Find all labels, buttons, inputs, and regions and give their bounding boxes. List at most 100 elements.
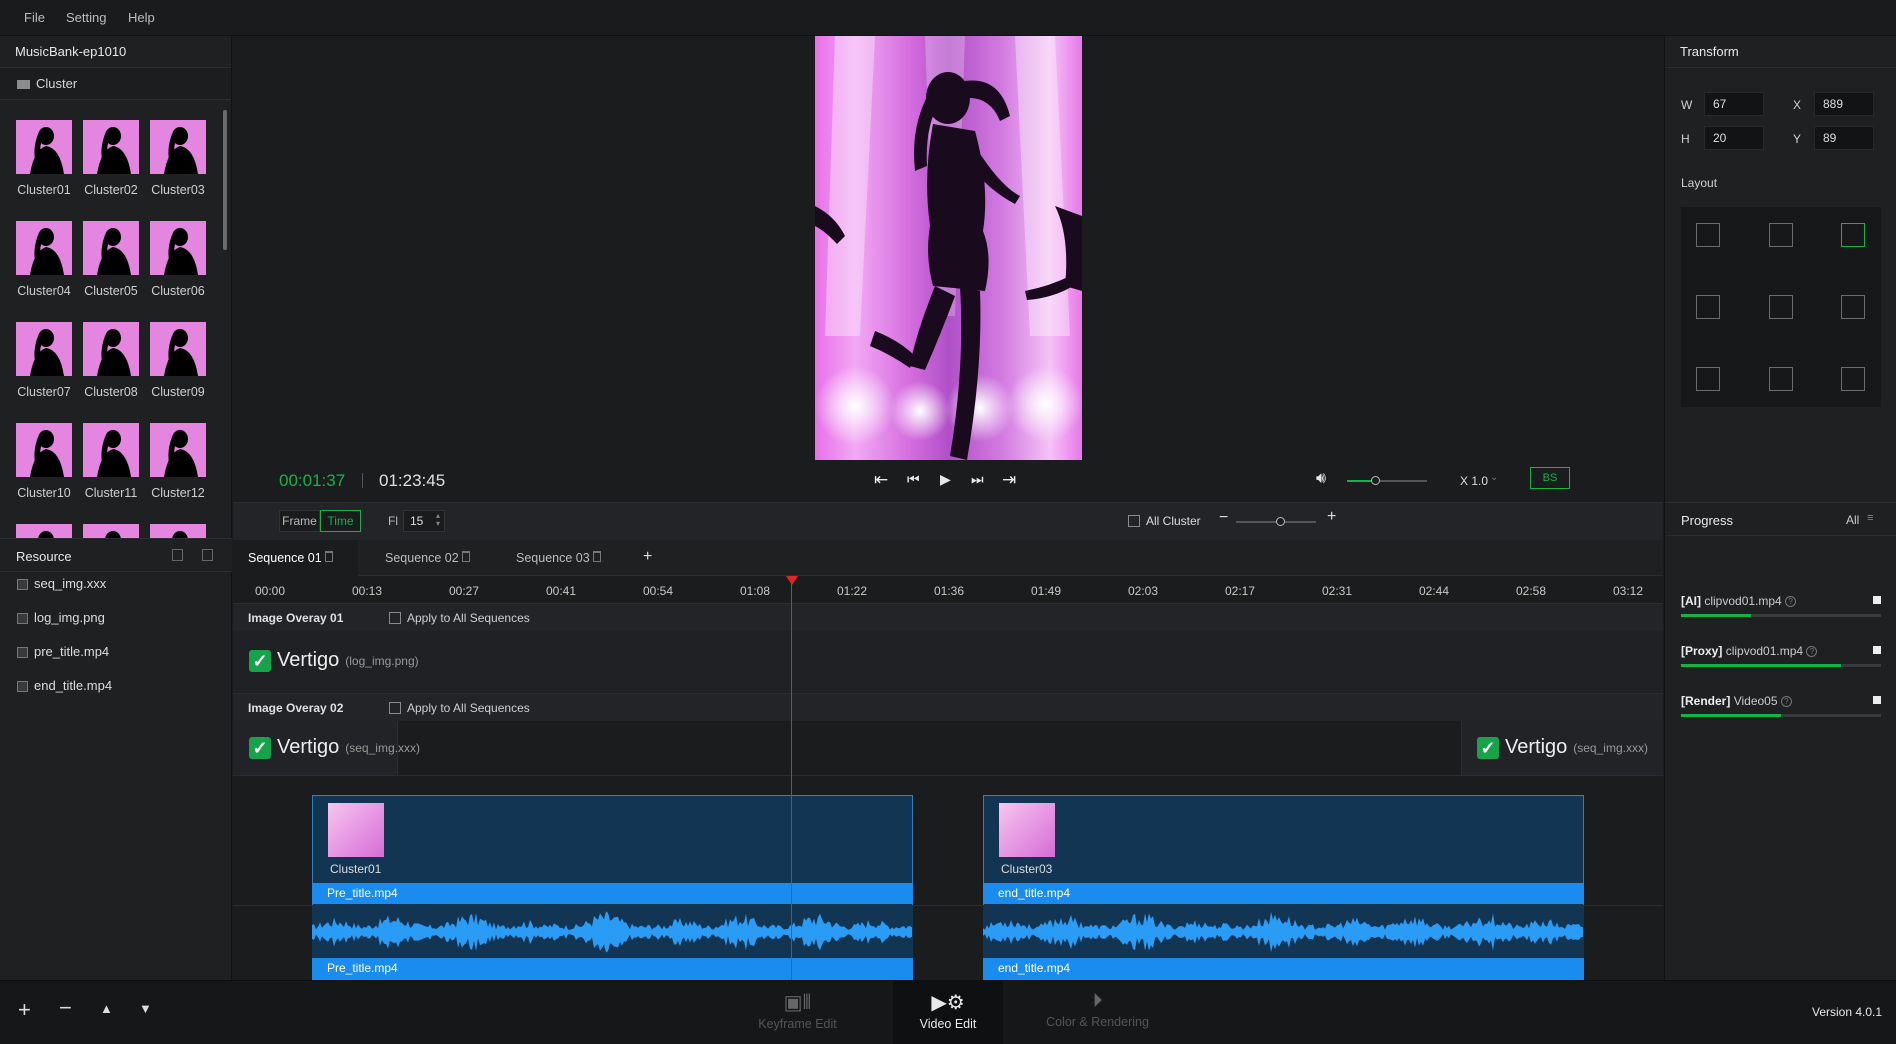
folder-row[interactable]: Cluster — [0, 68, 231, 100]
zoom-slider[interactable] — [1236, 517, 1316, 526]
layout-option-9[interactable] — [1841, 367, 1865, 391]
cluster-thumbnail[interactable] — [150, 423, 206, 477]
cluster-thumbnail[interactable] — [150, 120, 206, 174]
menu-bar: File Setting Help — [0, 0, 1896, 36]
menu-setting[interactable]: Setting — [66, 10, 106, 25]
export-icon[interactable] — [202, 549, 213, 561]
sequence-tab[interactable]: Sequence 01 — [233, 540, 358, 576]
overlay2-apply-checkbox[interactable] — [389, 702, 401, 714]
move-up-icon[interactable]: ▲ — [100, 1001, 113, 1016]
overlay2-item-end[interactable]: ✓ Vertigo (seq_img.xxx) — [1477, 736, 1648, 759]
frame-toggle[interactable]: Frame — [279, 510, 320, 532]
playhead-line[interactable] — [791, 576, 792, 980]
resource-item[interactable]: seq_img.xxx — [17, 576, 106, 596]
time-divider — [362, 473, 363, 488]
fl-stepper-icon[interactable]: ▴ ▾ — [436, 512, 440, 528]
move-down-icon[interactable]: ▼ — [139, 1001, 152, 1016]
layout-option-4[interactable] — [1696, 295, 1720, 319]
import-icon[interactable] — [172, 549, 183, 561]
sequence-tab[interactable]: Sequence 02 — [370, 540, 490, 576]
volume-slider[interactable] — [1347, 476, 1427, 485]
resource-item[interactable]: pre_title.mp4 — [17, 644, 109, 664]
jump-start-icon[interactable]: ⇤ — [874, 470, 888, 490]
cluster-thumbnail[interactable] — [150, 322, 206, 376]
keyframe-edit-tab[interactable]: ▣⦀ Keyframe Edit — [745, 980, 850, 1044]
stop-icon[interactable] — [1873, 596, 1881, 604]
resource-item[interactable]: log_img.png — [17, 610, 105, 630]
speed-select[interactable]: X 1.0 — [1460, 474, 1488, 488]
layout-option-5[interactable] — [1769, 295, 1793, 319]
video-edit-tab[interactable]: ▶︎⚙ Video Edit — [893, 980, 1003, 1044]
next-frame-icon[interactable]: ⏭ — [971, 471, 984, 488]
delete-icon[interactable] — [593, 551, 601, 562]
clip2-video-bar[interactable]: end_title.mp4 — [983, 883, 1584, 904]
overlay2-track[interactable]: ✓ Vertigo (seq_img.xxx) ✓ Vertigo (seq_i… — [233, 721, 1663, 775]
cluster-label: Cluster05 — [84, 284, 138, 298]
overlay2-item[interactable]: ✓ Vertigo (seq_img.xxx) — [249, 736, 420, 759]
total-time: 01:23:45 — [379, 471, 446, 490]
filter-icon[interactable]: ≡ — [1867, 512, 1873, 524]
sequence-tab[interactable]: Sequence 03 — [501, 540, 621, 576]
delete-icon[interactable] — [462, 551, 470, 562]
ruler-tick-label: 02:03 — [1128, 584, 1159, 598]
zoom-knob[interactable] — [1276, 517, 1285, 526]
overlay1-track[interactable]: ✓ Vertigo (log_img.png) — [233, 631, 1663, 693]
audio-clip-2[interactable] — [983, 906, 1584, 958]
zoom-in-icon[interactable]: + — [1327, 508, 1336, 526]
stop-icon[interactable] — [1873, 646, 1881, 654]
playhead-marker[interactable] — [786, 576, 798, 585]
y-input[interactable]: 89 — [1814, 126, 1874, 150]
ruler-tick-label: 00:00 — [255, 584, 286, 598]
overlay1-apply-checkbox[interactable] — [389, 612, 401, 624]
help-icon[interactable]: ? — [1806, 646, 1818, 658]
w-input[interactable]: 67 — [1704, 92, 1764, 116]
clip2-audio-bar[interactable]: end_title.mp4 — [983, 958, 1584, 980]
zoom-out-icon[interactable]: − — [1219, 509, 1228, 527]
clip1-video-bar[interactable]: Pre_title.mp4 — [312, 883, 913, 904]
cluster-thumbnail[interactable] — [16, 221, 72, 275]
cluster-thumbnail[interactable] — [16, 322, 72, 376]
menu-file[interactable]: File — [24, 10, 45, 25]
layout-option-6[interactable] — [1841, 295, 1865, 319]
time-toggle[interactable]: Time — [320, 510, 361, 532]
resource-item[interactable]: end_title.mp4 — [17, 678, 112, 698]
delete-icon[interactable] — [325, 551, 333, 562]
cluster-thumbnail[interactable] — [16, 423, 72, 477]
cluster-thumbnail[interactable] — [83, 221, 139, 275]
volume-icon[interactable]: 🔊︎ — [1316, 470, 1326, 488]
play-icon[interactable]: ▶ — [940, 471, 951, 488]
prev-frame-icon[interactable]: ⏮ — [907, 471, 920, 488]
stop-icon[interactable] — [1873, 696, 1881, 704]
remove-icon[interactable]: − — [59, 995, 72, 1021]
audio-clip-1[interactable] — [312, 906, 913, 958]
layout-option-1[interactable] — [1696, 223, 1720, 247]
cluster-thumbnail[interactable] — [83, 322, 139, 376]
layout-option-7[interactable] — [1696, 367, 1720, 391]
cluster-thumbnail[interactable] — [83, 120, 139, 174]
overlay1-item[interactable]: ✓ Vertigo (log_img.png) — [249, 649, 419, 672]
all-cluster-checkbox[interactable] — [1128, 515, 1140, 527]
speed-chevron-icon[interactable]: ⌄ — [1490, 472, 1498, 483]
jump-end-icon[interactable]: ⇥ — [1002, 470, 1016, 490]
x-input[interactable]: 889 — [1814, 92, 1874, 116]
clip1-audio-bar[interactable]: Pre_title.mp4 — [312, 958, 913, 980]
cluster-thumbnail[interactable] — [16, 120, 72, 174]
add-sequence-button[interactable]: + — [643, 548, 652, 566]
h-input[interactable]: 20 — [1704, 126, 1764, 150]
help-icon[interactable]: ? — [1780, 696, 1792, 708]
cluster-thumbnail[interactable] — [150, 221, 206, 275]
performer-silhouette-image — [815, 36, 1082, 460]
bs-button[interactable]: BS — [1530, 467, 1570, 489]
video-preview[interactable] — [815, 36, 1082, 460]
menu-help[interactable]: Help — [128, 10, 155, 25]
volume-knob[interactable] — [1371, 476, 1380, 485]
layout-option-3[interactable] — [1841, 223, 1865, 247]
layout-option-8[interactable] — [1769, 367, 1793, 391]
add-icon[interactable]: + — [18, 997, 31, 1023]
layout-option-2[interactable] — [1769, 223, 1793, 247]
help-icon[interactable]: ? — [1785, 596, 1797, 608]
cluster-thumbnail[interactable] — [83, 423, 139, 477]
color-rendering-tab[interactable]: ⏵ Color & Rendering — [1040, 980, 1155, 1044]
progress-filter[interactable]: All — [1846, 513, 1859, 527]
cluster-scrollbar[interactable] — [223, 110, 227, 250]
